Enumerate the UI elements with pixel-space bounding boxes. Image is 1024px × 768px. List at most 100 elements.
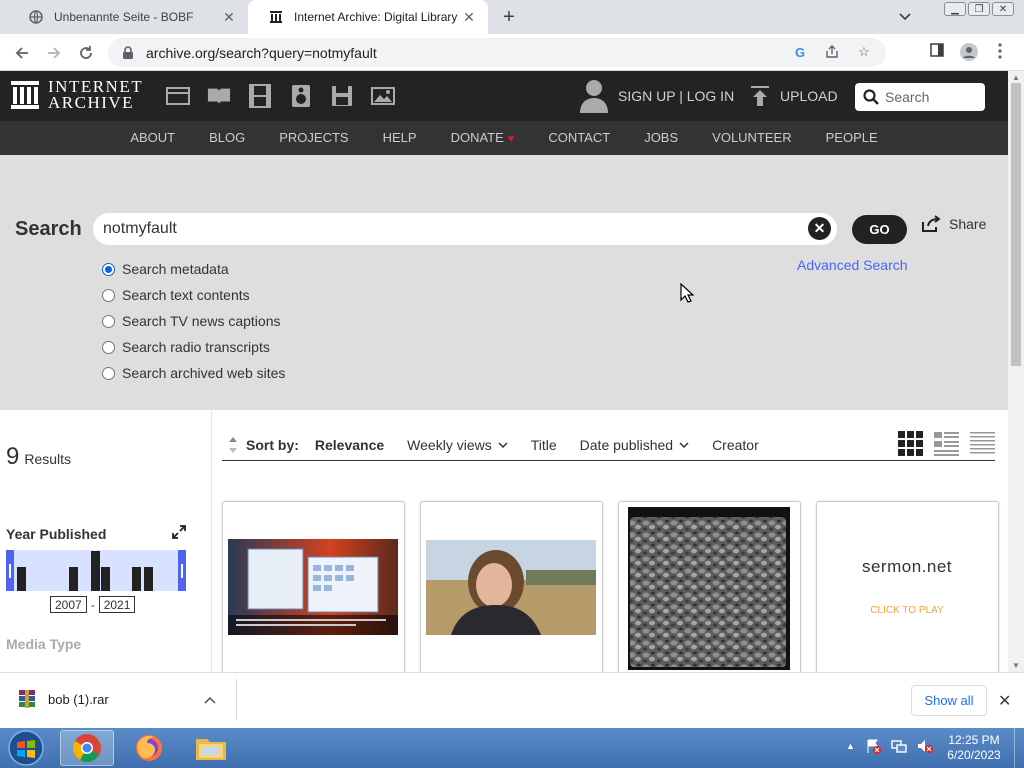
taskbar-clock[interactable]: 12:25 PM 6/20/2023 bbox=[942, 733, 1006, 763]
action-center-flag-icon[interactable] bbox=[865, 738, 881, 754]
reload-icon[interactable] bbox=[74, 41, 98, 65]
show-desktop-button[interactable] bbox=[1014, 728, 1024, 768]
texts-icon[interactable] bbox=[207, 84, 231, 108]
close-window-icon[interactable]: ✕ bbox=[992, 2, 1014, 16]
tab-close-icon[interactable]: ✕ bbox=[220, 8, 238, 26]
side-panel-icon[interactable] bbox=[930, 43, 944, 57]
tray-expand-icon[interactable]: ▲ bbox=[846, 741, 855, 751]
advanced-search-link[interactable]: Advanced Search bbox=[797, 257, 908, 273]
go-button[interactable]: GO bbox=[852, 215, 907, 244]
sort-title[interactable]: Title bbox=[531, 437, 557, 453]
tab-unbenannte-seite[interactable]: Unbenannte Seite - BOBF ✕ bbox=[8, 0, 248, 34]
option-tv-captions[interactable]: Search TV news captions bbox=[102, 308, 285, 334]
range-handle-right[interactable] bbox=[181, 564, 183, 578]
sort-relevance[interactable]: Relevance bbox=[315, 437, 384, 453]
taskbar-chrome[interactable] bbox=[60, 730, 114, 766]
view-toggle bbox=[898, 431, 995, 456]
result-tile[interactable] bbox=[618, 501, 801, 676]
ia-header: INTERNET ARCHIVE SIGN UP | LOG IN UPLOAD bbox=[0, 71, 1008, 121]
close-download-bar-icon[interactable]: ✕ bbox=[998, 691, 1011, 711]
minimize-icon[interactable]: ▁ bbox=[944, 2, 966, 16]
chevron-down-icon bbox=[679, 440, 689, 451]
video-icon[interactable] bbox=[248, 84, 272, 108]
sort-date-published[interactable]: Date published bbox=[580, 437, 689, 453]
download-options-chevron-icon[interactable] bbox=[204, 693, 220, 709]
expand-icon[interactable] bbox=[172, 525, 186, 539]
start-button[interactable] bbox=[6, 729, 46, 767]
option-archived-websites[interactable]: Search archived web sites bbox=[102, 360, 285, 386]
ia-header-search-input[interactable]: Search bbox=[855, 83, 985, 111]
signup-login-link[interactable]: SIGN UP | LOG IN bbox=[580, 79, 734, 113]
results-count-label: Results bbox=[24, 451, 72, 467]
radio-button[interactable] bbox=[102, 288, 115, 302]
option-text-contents[interactable]: Search text contents bbox=[102, 282, 285, 308]
tab-internet-archive[interactable]: Internet Archive: Digital Library of ✕ bbox=[248, 0, 488, 34]
taskbar-file-explorer[interactable] bbox=[184, 730, 238, 766]
new-tab-button[interactable]: + bbox=[498, 6, 520, 28]
firefox-icon bbox=[136, 735, 162, 761]
share-button[interactable]: Share bbox=[921, 215, 986, 233]
nav-people[interactable]: PEOPLE bbox=[826, 121, 878, 155]
sort-creator[interactable]: Creator bbox=[712, 437, 759, 453]
radio-button[interactable] bbox=[102, 366, 115, 380]
histogram-bar bbox=[132, 567, 141, 591]
nav-donate[interactable]: DONATE ♥ bbox=[451, 121, 515, 155]
nav-help[interactable]: HELP bbox=[383, 121, 417, 155]
download-item[interactable]: bob (1).rar bbox=[18, 689, 109, 709]
year-from-input[interactable]: 2007 bbox=[50, 596, 87, 613]
result-tile[interactable]: sermon.net CLICK TO PLAY bbox=[816, 501, 999, 676]
nav-blog[interactable]: BLOG bbox=[209, 121, 245, 155]
radio-button[interactable] bbox=[102, 340, 115, 354]
address-bar[interactable]: archive.org/search?query=notmyfault G ☆ bbox=[108, 38, 886, 67]
share-page-icon[interactable] bbox=[824, 44, 840, 60]
sort-weekly-views[interactable]: Weekly views bbox=[407, 437, 508, 453]
compact-list-view-icon[interactable] bbox=[970, 431, 995, 456]
lock-icon[interactable] bbox=[122, 45, 136, 60]
option-radio-transcripts[interactable]: Search radio transcripts bbox=[102, 334, 285, 360]
scroll-down-arrow-icon[interactable]: ▼ bbox=[1012, 661, 1020, 670]
option-metadata[interactable]: Search metadata bbox=[102, 256, 285, 282]
option-label: Search text contents bbox=[122, 287, 250, 303]
range-handle-left[interactable] bbox=[9, 564, 11, 578]
search-query-input[interactable]: notmyfault ✕ bbox=[93, 213, 837, 245]
tab-search-chevron-icon[interactable] bbox=[896, 8, 914, 26]
volume-muted-icon[interactable] bbox=[917, 738, 933, 754]
restore-icon[interactable]: ❐ bbox=[968, 2, 990, 16]
list-detail-view-icon[interactable] bbox=[934, 431, 959, 456]
year-histogram[interactable] bbox=[6, 550, 186, 591]
browser-menu-icon[interactable] bbox=[998, 43, 1002, 59]
nav-contact[interactable]: CONTACT bbox=[548, 121, 610, 155]
year-to-input[interactable]: 2021 bbox=[98, 596, 136, 613]
windows-screenshot-thumbnail bbox=[228, 539, 398, 635]
profile-avatar-icon[interactable] bbox=[960, 43, 978, 61]
scroll-up-arrow-icon[interactable]: ▲ bbox=[1012, 73, 1020, 82]
network-icon[interactable] bbox=[891, 738, 907, 754]
result-tile[interactable] bbox=[420, 501, 603, 676]
radio-button[interactable] bbox=[102, 314, 115, 328]
bookmark-star-icon[interactable]: ☆ bbox=[856, 44, 872, 60]
grid-view-icon[interactable] bbox=[898, 431, 923, 456]
sort-direction-icon[interactable] bbox=[226, 436, 240, 454]
nav-about[interactable]: ABOUT bbox=[130, 121, 175, 155]
ia-logo[interactable]: INTERNET ARCHIVE bbox=[10, 78, 143, 111]
show-all-downloads-button[interactable]: Show all bbox=[911, 685, 987, 716]
scrollbar-thumb[interactable] bbox=[1011, 83, 1021, 366]
clock-time: 12:25 PM bbox=[948, 733, 1000, 747]
images-icon[interactable] bbox=[371, 84, 395, 108]
nav-projects[interactable]: PROJECTS bbox=[279, 121, 348, 155]
web-icon[interactable] bbox=[166, 84, 190, 108]
software-icon[interactable] bbox=[330, 84, 354, 108]
google-translate-icon[interactable]: G bbox=[792, 44, 808, 60]
page-scrollbar[interactable]: ▲ ▼ bbox=[1008, 71, 1024, 672]
back-arrow-icon[interactable] bbox=[10, 41, 34, 65]
nav-volunteer[interactable]: VOLUNTEER bbox=[712, 121, 791, 155]
taskbar-firefox[interactable] bbox=[122, 730, 176, 766]
result-tile[interactable] bbox=[222, 501, 405, 676]
radio-button[interactable] bbox=[102, 262, 115, 276]
audio-icon[interactable] bbox=[289, 84, 313, 108]
clear-search-icon[interactable]: ✕ bbox=[808, 217, 831, 240]
upload-link[interactable]: UPLOAD bbox=[750, 85, 838, 107]
forward-arrow-icon[interactable] bbox=[42, 41, 66, 65]
nav-jobs[interactable]: JOBS bbox=[644, 121, 678, 155]
tab-close-icon[interactable]: ✕ bbox=[460, 8, 478, 26]
